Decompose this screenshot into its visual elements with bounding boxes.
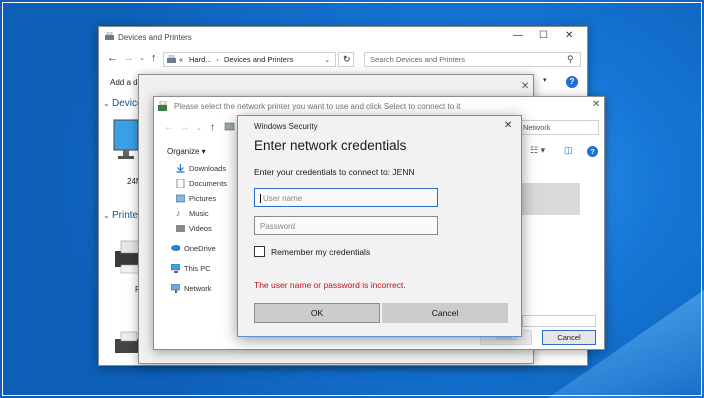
filter-dropdown[interactable] — [522, 315, 596, 327]
collapse-devices-icon[interactable]: ⌄ — [103, 99, 110, 108]
remember-checkbox[interactable] — [254, 246, 265, 257]
dialog-heading: Enter network credentials — [254, 138, 407, 153]
pc-icon — [171, 264, 180, 273]
back-arrow-icon[interactable]: ← — [164, 122, 174, 133]
close-button[interactable]: ✕ — [521, 81, 529, 92]
up-arrow-icon[interactable]: ↑ — [151, 52, 157, 64]
up-arrow-icon[interactable]: ↑ — [210, 122, 215, 133]
ok-button[interactable]: OK — [254, 303, 380, 323]
search-box[interactable]: Search Devices and Printers ⚲ — [364, 52, 581, 67]
username-field[interactable]: User name — [254, 188, 438, 207]
close-button[interactable]: ✕ — [504, 120, 512, 131]
nav-item-label: Documents — [189, 179, 227, 188]
nav-item-label: Downloads — [189, 164, 227, 173]
close-button[interactable]: ✕ — [592, 99, 600, 110]
forward-arrow-icon[interactable]: → — [123, 52, 134, 64]
remember-label[interactable]: Remember my credentials — [271, 247, 370, 257]
search-text: Network — [523, 123, 551, 132]
forward-arrow-icon[interactable]: → — [180, 122, 190, 133]
control-panel-icon — [167, 55, 176, 63]
refresh-button[interactable]: ↻ — [338, 52, 354, 67]
collapse-printers-icon[interactable]: ⌄ — [103, 211, 110, 220]
nav-item-network[interactable]: Network — [171, 284, 212, 293]
password-placeholder: Password — [260, 222, 296, 231]
search-icon: ⚲ — [567, 54, 574, 64]
view-dropdown-icon[interactable]: ▾ — [543, 76, 547, 84]
preview-pane-icon[interactable]: ◫ — [564, 145, 573, 156]
address-bar[interactable]: « Hard... › Devices and Printers ⌄ — [163, 52, 336, 67]
documents-icon — [176, 179, 185, 188]
nav-item-documents[interactable]: Documents — [176, 179, 227, 188]
cancel-button[interactable]: Cancel — [542, 330, 596, 345]
text-caret — [260, 194, 261, 204]
search-box[interactable]: Network — [519, 120, 599, 135]
nav-item-label: This PC — [184, 264, 211, 273]
pictures-icon — [176, 194, 185, 203]
recent-dropdown-icon[interactable]: ⌄ — [139, 54, 145, 62]
breadcrumb-chevron-icon: › — [216, 55, 219, 64]
nav-item-label: Pictures — [189, 194, 217, 203]
window-title: Devices and Printers — [118, 33, 192, 42]
cancel-button[interactable]: Cancel — [382, 303, 508, 323]
password-field[interactable]: Password — [254, 216, 438, 235]
nav-item-videos[interactable]: Videos — [176, 224, 212, 233]
search-placeholder: Search Devices and Printers — [370, 55, 466, 64]
refresh-icon: ↻ — [343, 54, 351, 64]
add-printer-wizard-icon — [158, 101, 167, 111]
error-message: The user name or password is incorrect. — [254, 280, 406, 290]
organize-menu[interactable]: Organize ▾ — [167, 147, 206, 156]
selected-item-highlight[interactable] — [522, 183, 580, 215]
onedrive-icon — [171, 245, 180, 251]
music-icon: ♪ — [176, 208, 181, 218]
maximize-button[interactable]: ☐ — [539, 30, 548, 41]
downloads-icon — [176, 164, 185, 173]
nav-item-label: Network — [184, 284, 212, 293]
breadcrumb-separator: « — [179, 55, 184, 64]
nav-item-pictures[interactable]: Pictures — [176, 194, 217, 203]
address-dropdown-icon[interactable]: ⌄ — [324, 55, 330, 64]
nav-item-label: Music — [189, 209, 209, 218]
breadcrumb-devices-and-printers[interactable]: Devices and Printers — [224, 55, 293, 64]
help-icon[interactable]: ? — [566, 76, 578, 88]
nav-item-this-pc[interactable]: This PC — [171, 264, 211, 273]
close-button[interactable]: ✕ — [565, 30, 573, 41]
help-icon[interactable]: ? — [587, 146, 598, 157]
view-options-icon[interactable]: ☷ ▾ — [530, 145, 545, 156]
breadcrumb-hardware[interactable]: Hard... — [189, 55, 212, 64]
window-title: Please select the network printer you wa… — [174, 102, 461, 111]
nav-item-music[interactable]: ♪ Music — [176, 209, 209, 219]
videos-icon — [176, 225, 185, 232]
network-location-icon — [224, 122, 235, 131]
windows-security-dialog: Windows Security ✕ Enter network credent… — [237, 115, 522, 337]
back-arrow-icon[interactable]: ← — [107, 52, 118, 64]
nav-item-onedrive[interactable]: OneDrive — [171, 244, 216, 253]
minimize-button[interactable]: — — [513, 30, 523, 41]
recent-dropdown-icon[interactable]: ⌄ — [196, 124, 202, 132]
nav-item-label: OneDrive — [184, 244, 216, 253]
nav-item-downloads[interactable]: Downloads — [176, 164, 227, 173]
dialog-window-title: Windows Security — [254, 122, 318, 131]
username-placeholder: User name — [263, 194, 303, 203]
nav-item-label: Videos — [189, 224, 212, 233]
printer-title-icon — [105, 32, 114, 40]
network-icon — [171, 284, 180, 293]
connection-prompt: Enter your credentials to connect to: JE… — [254, 167, 415, 177]
